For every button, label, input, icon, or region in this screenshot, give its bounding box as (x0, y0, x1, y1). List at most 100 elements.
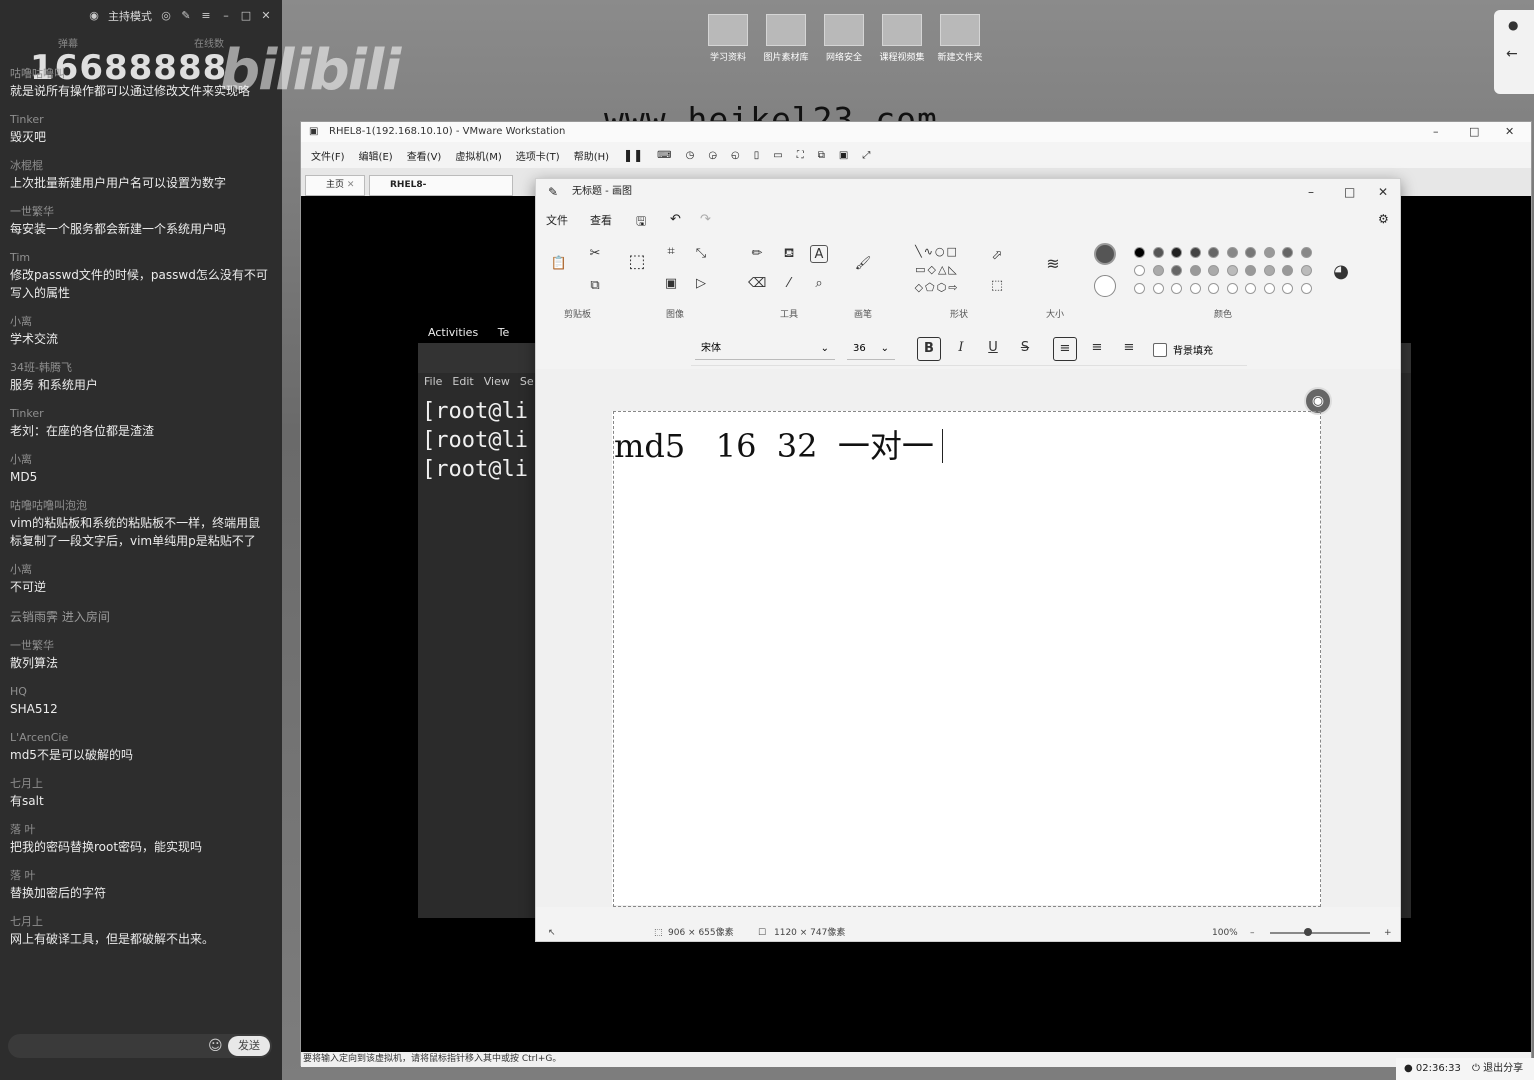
pause-icon[interactable]: ❚❚ (623, 148, 643, 162)
revert-icon[interactable]: ◶ (708, 150, 717, 161)
resize-icon[interactable]: ⤡ (692, 245, 710, 263)
color1-swatch[interactable] (1094, 243, 1116, 265)
brush-icon[interactable]: 🖌 (854, 255, 872, 273)
zoom-slider[interactable] (1270, 932, 1370, 934)
crop-icon[interactable]: ⌗ (662, 243, 680, 261)
color-swatch[interactable] (1245, 265, 1256, 276)
zoom-slider-thumb[interactable] (1304, 928, 1312, 936)
text-tool-icon[interactable]: A (810, 245, 828, 263)
color-swatch[interactable] (1263, 265, 1275, 276)
terminal-menu-file[interactable]: File (424, 375, 442, 388)
desktop-shortcut[interactable]: 课程视频集 (874, 14, 930, 63)
view-split-icon[interactable]: ▯ (754, 150, 760, 161)
shape-gallery[interactable]: ◇⬠⬡⇨ (900, 279, 974, 297)
text-box[interactable] (613, 411, 1321, 907)
terminal-menu-edit[interactable]: Edit (452, 375, 473, 388)
desktop-shortcut[interactable]: 新建文件夹 (932, 14, 988, 63)
color-swatch[interactable] (1134, 247, 1145, 258)
color-swatch[interactable] (1263, 247, 1275, 258)
font-select[interactable]: 宋体 ⌄ (695, 338, 835, 360)
color-swatch[interactable] (1300, 247, 1312, 258)
shape-fill-icon[interactable]: ⬚ (988, 277, 1006, 295)
magnifier-icon[interactable]: ⌕ (810, 275, 828, 293)
empty-color-swatch[interactable] (1245, 283, 1256, 294)
menu-file[interactable]: 文件 (546, 212, 568, 228)
strikethrough-button[interactable]: S (1013, 337, 1037, 361)
empty-color-swatch[interactable] (1300, 283, 1312, 294)
color-swatch[interactable] (1189, 247, 1201, 258)
outline-icon[interactable]: ⬀ (988, 247, 1006, 265)
fill-icon[interactable]: ⛾ (780, 245, 798, 263)
pencil-icon[interactable]: ✏ (748, 245, 766, 263)
size-icon[interactable]: ≋ (1044, 255, 1062, 273)
tab-vm[interactable]: RHEL8-1(192.168.10.10) ✕ (369, 175, 513, 209)
terminal-menu-search[interactable]: Se (520, 375, 534, 388)
maximize-icon[interactable]: □ (1469, 122, 1479, 142)
redo-icon[interactable]: ↷ (700, 212, 711, 227)
menu-view[interactable]: 查看 (590, 212, 612, 228)
color-swatch[interactable] (1282, 265, 1293, 276)
color-swatch[interactable] (1208, 265, 1219, 276)
cut-icon[interactable]: ✂ (586, 245, 604, 263)
eraser-icon[interactable]: ⌫ (748, 275, 766, 293)
menu-file[interactable]: 文件(F) (311, 148, 345, 163)
terminal-app-label[interactable]: Te (498, 326, 510, 339)
minimize-icon[interactable]: – (1433, 122, 1439, 142)
italic-button[interactable]: I (949, 337, 973, 361)
minimize-icon[interactable]: – (1308, 179, 1314, 205)
underline-button[interactable]: U (981, 337, 1005, 361)
emoji-icon[interactable]: ☺ (208, 1038, 223, 1054)
zoom-out-icon[interactable]: – (1250, 923, 1255, 941)
bold-button[interactable]: B (917, 337, 941, 361)
empty-color-swatch[interactable] (1282, 283, 1293, 294)
empty-color-swatch[interactable] (1134, 283, 1145, 294)
color-swatch[interactable] (1134, 265, 1145, 276)
view-console-icon[interactable]: ▭ (773, 150, 782, 161)
stretch-icon[interactable]: ⤢ (862, 150, 870, 161)
color-swatch[interactable] (1152, 247, 1164, 258)
menu-tabs[interactable]: 选项卡(T) (516, 148, 560, 163)
send-button[interactable]: 发送 (228, 1036, 270, 1056)
color-swatch[interactable] (1152, 265, 1164, 276)
desktop-shortcut[interactable]: 网络安全 (816, 14, 872, 63)
close-icon[interactable]: ✕ (1505, 122, 1514, 142)
settings-icon[interactable]: ⚙ (1378, 212, 1389, 226)
tab-home[interactable]: 主页 ✕ (305, 175, 365, 196)
color-swatch[interactable] (1300, 265, 1312, 276)
minimize-icon[interactable]: – (220, 10, 232, 22)
color-swatch[interactable] (1171, 265, 1182, 276)
stop-share-button[interactable]: 退出分享 (1483, 1063, 1523, 1074)
back-arrow-icon[interactable]: ← (1506, 46, 1518, 62)
color-swatch[interactable] (1189, 265, 1201, 276)
chat-icon[interactable]: ● (1508, 18, 1518, 32)
menu-view[interactable]: 查看(V) (407, 148, 442, 163)
close-icon[interactable]: ✕ (1378, 179, 1388, 205)
select-icon[interactable]: ⬚ (628, 253, 646, 271)
menu-icon[interactable]: ≡ (200, 10, 212, 22)
color2-swatch[interactable] (1094, 275, 1116, 297)
color-swatch[interactable] (1245, 247, 1256, 258)
terminal-icon[interactable]: ▣ (839, 150, 848, 161)
desktop-shortcut[interactable]: 图片素材库 (758, 14, 814, 63)
empty-color-swatch[interactable] (1152, 283, 1164, 294)
color-swatch[interactable] (1282, 247, 1293, 258)
bg-fill-checkbox[interactable] (1153, 343, 1167, 357)
color-swatch[interactable] (1208, 247, 1219, 258)
send-keys-icon[interactable]: ⌨ (657, 150, 671, 161)
empty-color-swatch[interactable] (1226, 283, 1238, 294)
color-swatch[interactable] (1226, 247, 1238, 258)
menu-edit[interactable]: 编辑(E) (359, 148, 393, 163)
color-swatch[interactable] (1171, 247, 1182, 258)
rotate-icon[interactable]: ▷ (692, 275, 710, 293)
color-picker-icon[interactable]: ⁄ (780, 275, 798, 293)
shape-gallery[interactable]: ▭◇△◺ (900, 261, 974, 279)
align-right-button[interactable]: ≡ (1117, 337, 1141, 361)
fullscreen-icon[interactable]: ⛶ (797, 150, 804, 161)
copy-icon[interactable]: ⧉ (586, 277, 604, 295)
canvas-text[interactable]: md5 16 32 一对一 (614, 421, 934, 467)
edit-colors-icon[interactable]: ◕ (1332, 263, 1350, 281)
unity-icon[interactable]: ⧉ (818, 150, 825, 161)
menu-vm[interactable]: 虚拟机(M) (455, 148, 501, 163)
empty-color-swatch[interactable] (1263, 283, 1275, 294)
color-swatch[interactable] (1226, 265, 1238, 276)
